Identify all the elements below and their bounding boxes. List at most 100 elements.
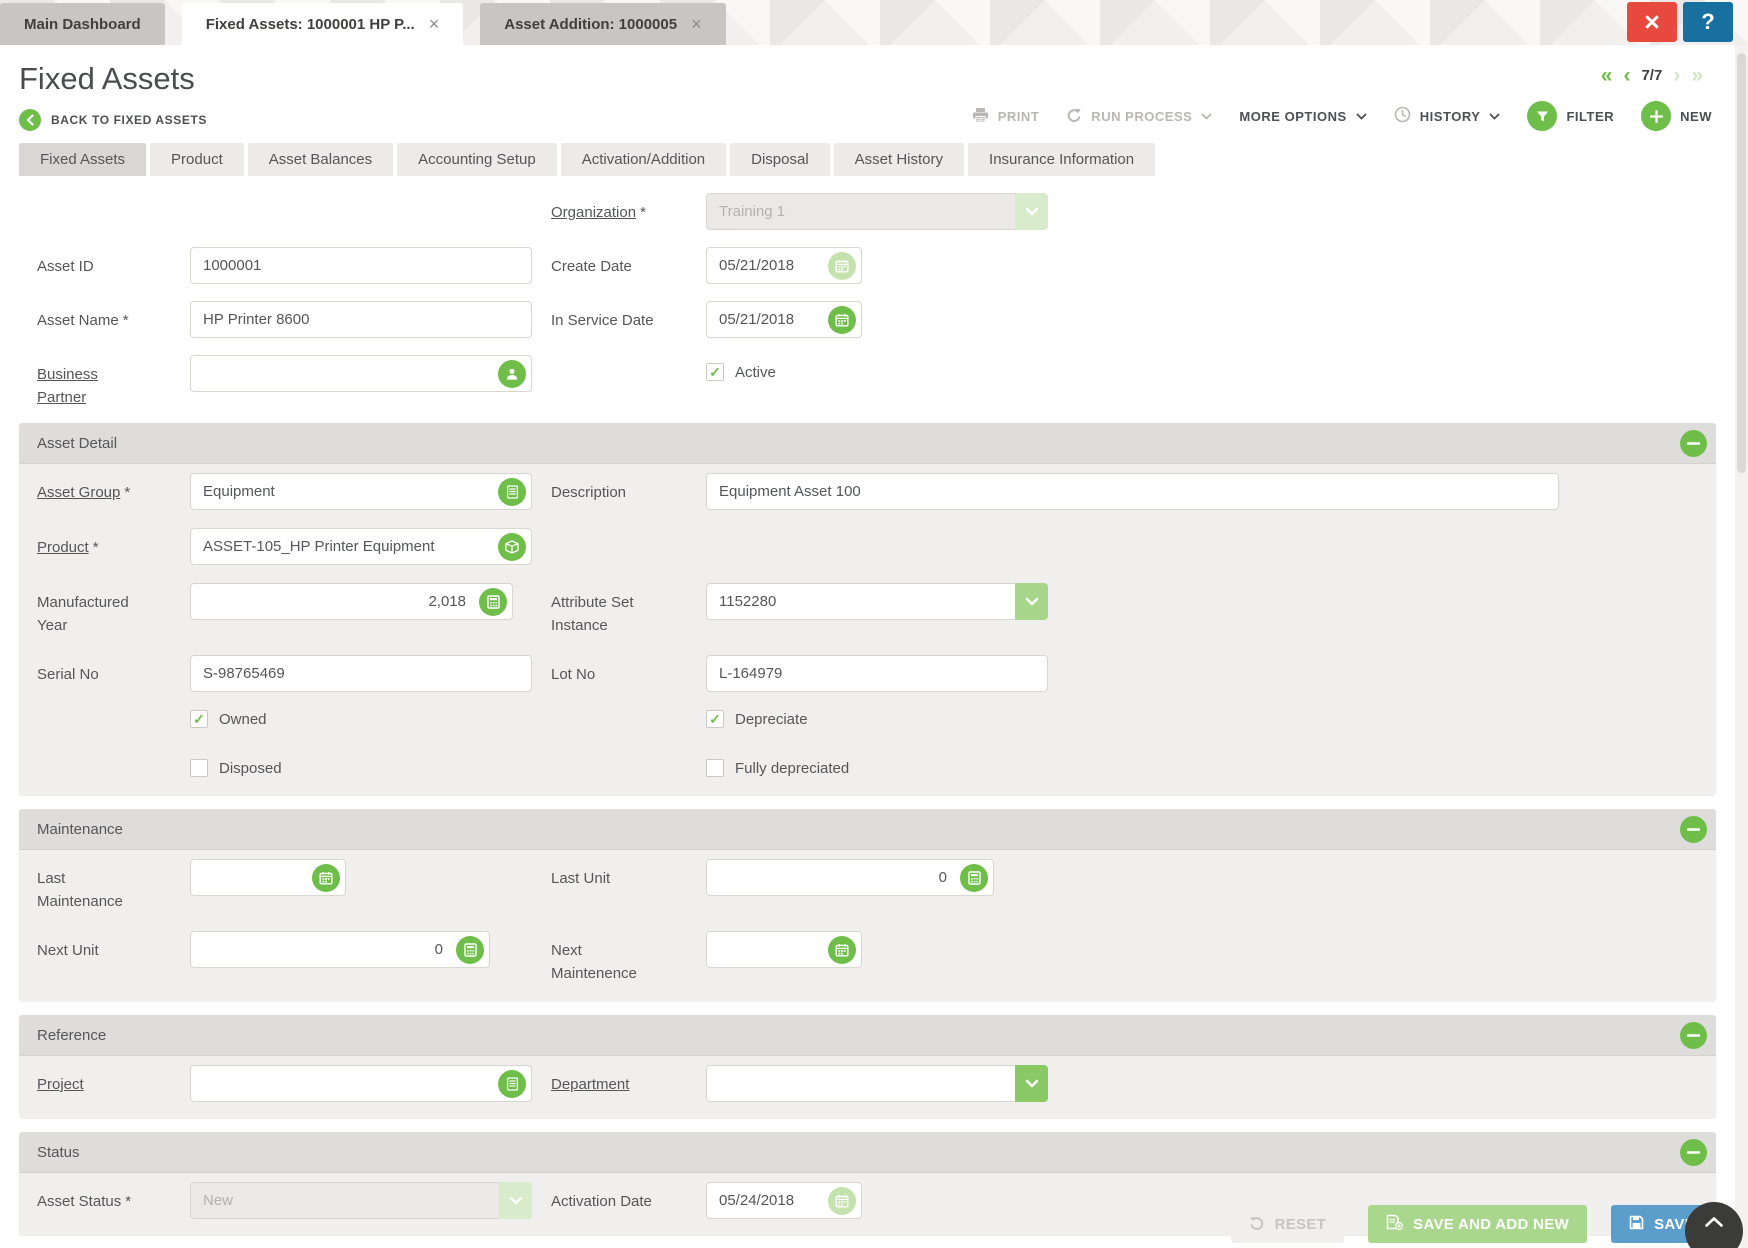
asset-status-input[interactable] xyxy=(190,1182,499,1219)
calculator-icon[interactable] xyxy=(960,864,988,892)
chevron-down-icon xyxy=(1201,113,1212,120)
collapse-section-button[interactable] xyxy=(1680,1022,1707,1049)
collapse-section-button[interactable] xyxy=(1680,1139,1707,1166)
reset-label: RESET xyxy=(1275,1216,1327,1233)
organization-input[interactable] xyxy=(706,193,1015,230)
tab-asset-balances[interactable]: Asset Balances xyxy=(248,143,393,176)
run-process-button[interactable]: RUN PROCESS xyxy=(1066,108,1212,124)
asset-id-input[interactable] xyxy=(190,247,532,284)
back-arrow-icon xyxy=(19,109,41,131)
tab-fixed-assets[interactable]: Fixed Assets xyxy=(19,143,146,176)
asset-group-input[interactable] xyxy=(190,473,532,510)
last-unit-input[interactable] xyxy=(706,859,994,896)
footer-action-bar: RESET SAVE AND ADD NEW SAVE xyxy=(1231,1205,1713,1243)
business-partner-input[interactable] xyxy=(190,355,532,392)
department-input[interactable] xyxy=(706,1065,1015,1102)
checkbox-icon[interactable]: ✓ xyxy=(706,710,724,728)
save-and-add-new-button[interactable]: SAVE AND ADD NEW xyxy=(1368,1205,1587,1243)
description-input[interactable] xyxy=(706,473,1559,510)
organization-dropdown xyxy=(706,193,1048,230)
chevron-down-icon[interactable] xyxy=(1015,583,1048,620)
calendar-icon[interactable] xyxy=(312,864,340,892)
tab-product[interactable]: Product xyxy=(150,143,244,176)
chevron-down-icon[interactable] xyxy=(1015,193,1048,230)
tab-accounting-setup[interactable]: Accounting Setup xyxy=(397,143,557,176)
checkbox-icon[interactable]: ✓ xyxy=(706,759,724,777)
product-box-icon[interactable] xyxy=(498,533,526,561)
last-record-button[interactable]: » xyxy=(1691,65,1703,86)
previous-record-button[interactable]: ‹ xyxy=(1623,65,1630,86)
tab-asset-history[interactable]: Asset History xyxy=(834,143,964,176)
depreciate-checkbox[interactable]: ✓ Depreciate xyxy=(706,710,808,728)
fully-depreciated-checkbox[interactable]: ✓ Fully depreciated xyxy=(706,759,849,777)
app-window: Main Dashboard Fixed Assets: 1000001 HP … xyxy=(0,0,1748,1248)
reference-header: Reference xyxy=(19,1015,1716,1056)
tab-disposal[interactable]: Disposal xyxy=(730,143,830,176)
next-unit-label: Next Unit xyxy=(37,931,190,962)
owned-checkbox[interactable]: ✓ Owned xyxy=(190,710,706,728)
back-to-fixed-assets-link[interactable]: BACK TO FIXED ASSETS xyxy=(19,109,207,131)
chevron-down-icon[interactable] xyxy=(1015,1065,1048,1102)
calendar-icon[interactable] xyxy=(828,306,856,334)
record-list-icon[interactable] xyxy=(498,1070,526,1098)
lot-no-input[interactable] xyxy=(706,655,1048,692)
save-floppy-icon xyxy=(1629,1215,1644,1234)
attribute-set-instance-label: Attribute Set Instance xyxy=(551,583,706,637)
plus-icon xyxy=(1641,101,1671,131)
attribute-set-instance-input[interactable] xyxy=(706,583,1015,620)
active-label: Active xyxy=(735,364,776,381)
window-tab-label: Asset Addition: 1000005 xyxy=(504,16,677,33)
asset-detail-section: Asset Detail Asset Group* xyxy=(19,423,1716,796)
window-tab-main-dashboard[interactable]: Main Dashboard xyxy=(0,3,165,45)
next-record-button[interactable]: › xyxy=(1673,65,1680,86)
business-partner-field xyxy=(190,355,532,392)
serial-no-input[interactable] xyxy=(190,655,532,692)
collapse-section-button[interactable] xyxy=(1680,816,1707,843)
checkbox-icon[interactable]: ✓ xyxy=(706,363,724,381)
chevron-down-icon[interactable] xyxy=(499,1182,532,1219)
next-unit-input[interactable] xyxy=(190,931,490,968)
collapse-section-button[interactable] xyxy=(1680,430,1707,457)
first-record-button[interactable]: « xyxy=(1601,65,1613,86)
next-unit-field xyxy=(190,931,490,968)
save-and-add-new-label: SAVE AND ADD NEW xyxy=(1413,1216,1569,1233)
tab-insurance-information[interactable]: Insurance Information xyxy=(968,143,1155,176)
chevron-down-icon xyxy=(1489,113,1500,120)
reset-button[interactable]: RESET xyxy=(1231,1205,1345,1243)
history-button[interactable]: HISTORY xyxy=(1394,106,1501,126)
calendar-icon[interactable] xyxy=(828,936,856,964)
close-tab-icon[interactable]: × xyxy=(691,15,702,33)
more-options-label: MORE OPTIONS xyxy=(1239,109,1346,124)
window-tab-bar: Main Dashboard Fixed Assets: 1000001 HP … xyxy=(0,0,1748,45)
more-options-button[interactable]: MORE OPTIONS xyxy=(1239,109,1366,124)
close-tab-icon[interactable]: × xyxy=(429,15,440,33)
product-input[interactable] xyxy=(190,528,532,565)
checkbox-icon[interactable]: ✓ xyxy=(190,759,208,777)
help-button[interactable]: ? xyxy=(1683,2,1733,42)
manufactured-year-input[interactable] xyxy=(190,583,513,620)
calculator-icon[interactable] xyxy=(456,936,484,964)
checkbox-icon[interactable]: ✓ xyxy=(190,710,208,728)
disposed-checkbox[interactable]: ✓ Disposed xyxy=(190,759,706,777)
toolbar: PRINT RUN PROCESS MORE OPTIONS xyxy=(972,101,1712,131)
vertical-scrollbar[interactable] xyxy=(1735,45,1748,1248)
asset-name-input[interactable] xyxy=(190,301,532,338)
person-icon[interactable] xyxy=(498,360,526,388)
calendar-icon xyxy=(828,252,856,280)
active-checkbox[interactable]: ✓ Active xyxy=(706,355,776,381)
close-window-button[interactable]: × xyxy=(1627,2,1677,42)
in-service-date-field xyxy=(706,301,862,338)
window-tab-asset-addition[interactable]: Asset Addition: 1000005 × xyxy=(480,3,725,45)
tab-activation-addition[interactable]: Activation/Addition xyxy=(561,143,726,176)
section-title: Maintenance xyxy=(37,821,123,838)
calculator-icon[interactable] xyxy=(479,588,507,616)
new-button[interactable]: NEW xyxy=(1641,101,1712,131)
maintenance-header: Maintenance xyxy=(19,809,1716,850)
project-input[interactable] xyxy=(190,1065,532,1102)
filter-button[interactable]: FILTER xyxy=(1527,101,1614,131)
record-list-icon[interactable] xyxy=(498,478,526,506)
window-tab-fixed-assets[interactable]: Fixed Assets: 1000001 HP P... × xyxy=(182,3,464,45)
in-service-date-label: In Service Date xyxy=(551,301,706,332)
product-field xyxy=(190,528,532,565)
print-button[interactable]: PRINT xyxy=(972,107,1040,126)
